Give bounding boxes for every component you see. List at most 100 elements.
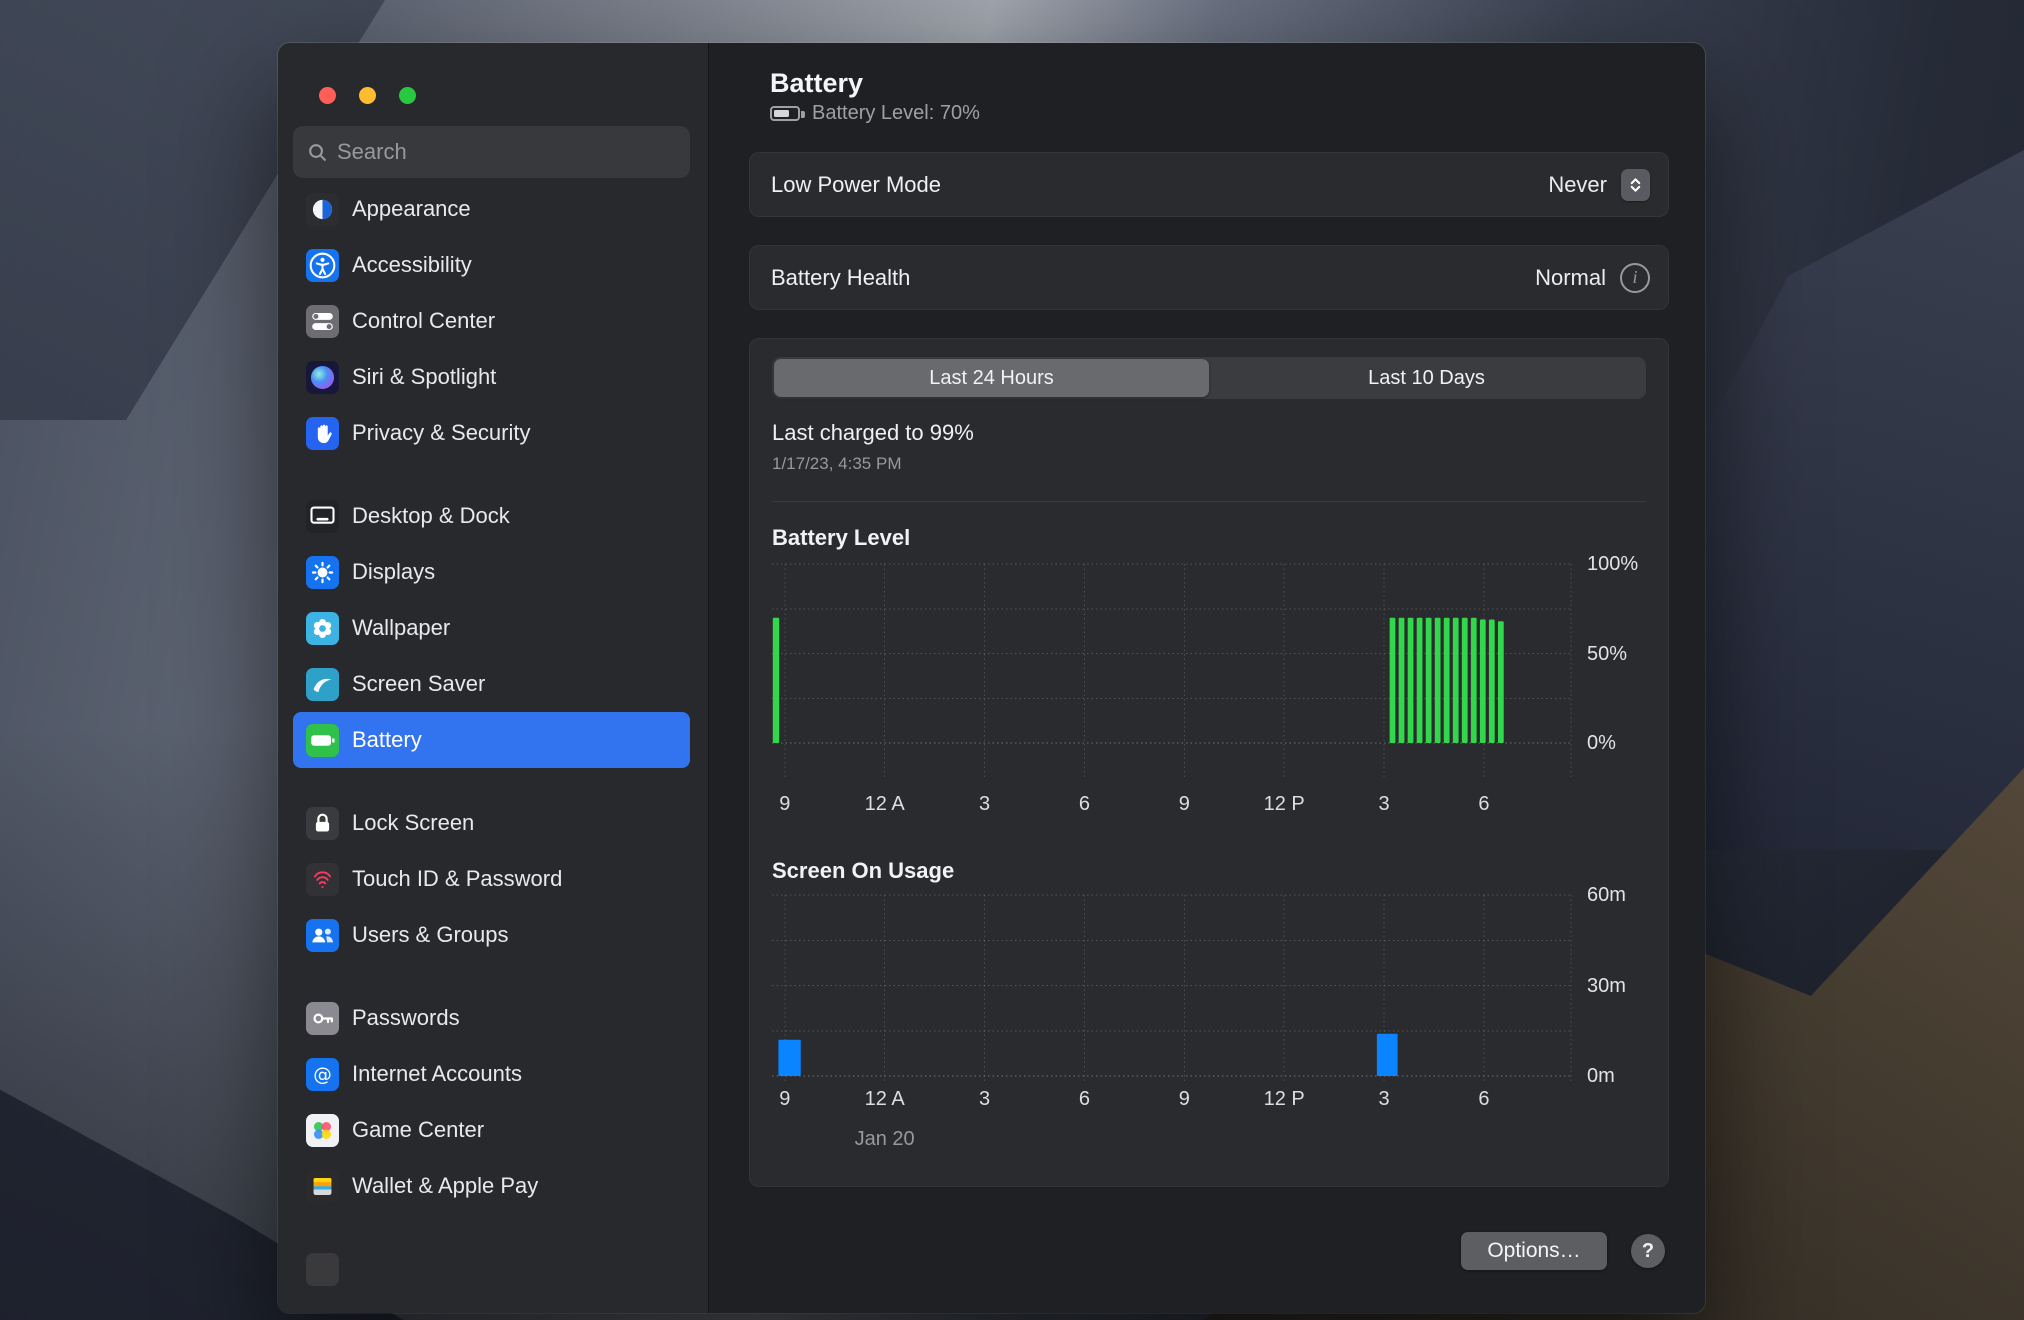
low-power-mode-row: Low Power Mode Never xyxy=(749,152,1669,217)
sidebar-group: Passwords@Internet AccountsGame CenterWa… xyxy=(293,990,690,1214)
sidebar-item-touch-id-password[interactable]: Touch ID & Password xyxy=(293,851,690,907)
chart-bar xyxy=(1417,618,1423,743)
sidebar-item-label: Displays xyxy=(352,559,435,585)
x-axis-label: 12 P xyxy=(1244,793,1324,816)
battery-icon xyxy=(306,724,339,757)
sidebar-item-desktop-dock[interactable]: Desktop & Dock xyxy=(293,488,690,544)
sidebar-group: Appearance Accessibility Control CenterSir… xyxy=(293,181,690,461)
chart-title: Battery Level xyxy=(772,524,1646,552)
divider xyxy=(772,501,1646,502)
low-power-mode-label: Low Power Mode xyxy=(771,172,941,198)
sidebar-group xyxy=(293,1241,690,1297)
svg-text:@: @ xyxy=(313,1064,332,1085)
x-axis-label: 3 xyxy=(945,793,1025,816)
window-controls xyxy=(293,43,690,104)
x-axis-label: 3 xyxy=(1344,793,1424,816)
y-axis-label: 50% xyxy=(1587,641,1627,667)
minimize-button[interactable] xyxy=(359,87,376,104)
game-center-icon xyxy=(306,1114,339,1147)
sidebar-item-label: Desktop & Dock xyxy=(352,503,510,529)
wallpaper-icon xyxy=(306,612,339,645)
sidebar-item-label: Privacy & Security xyxy=(352,420,531,446)
sidebar-item-label: Wallpaper xyxy=(352,615,450,641)
y-axis-label: 0m xyxy=(1587,1063,1615,1089)
battery-level-text: Battery Level: 70% xyxy=(812,102,980,125)
x-axis-sublabels: Jan 20 xyxy=(772,1128,1571,1156)
screen-on-usage-chart: Screen On Usage 60m30m0m 912 A36912 P36 … xyxy=(772,857,1646,1156)
x-axis-label: 9 xyxy=(745,793,825,816)
sidebar-item-screen-saver[interactable]: Screen Saver xyxy=(293,656,690,712)
battery-level-plot xyxy=(772,564,1571,743)
chart-bar xyxy=(1435,618,1441,743)
battery-health-value: Normal xyxy=(1535,265,1606,291)
sidebar-item-users-groups[interactable]: Users & Groups xyxy=(293,907,690,963)
screen-saver-icon xyxy=(306,668,339,701)
y-axis-labels: 100%50%0% xyxy=(1571,564,1646,743)
wallet-icon xyxy=(306,1170,339,1203)
settings-sidebar: Appearance Accessibility Control CenterSir… xyxy=(278,43,708,1313)
x-axis-label: 12 A xyxy=(845,1088,925,1111)
x-axis-label: 9 xyxy=(1144,793,1224,816)
last-charged-time: 1/17/23, 4:35 PM xyxy=(772,453,1646,475)
page-title: Battery xyxy=(770,67,1705,99)
x-axis-labels: 912 A36912 P36 xyxy=(772,793,1571,823)
sidebar-item-passwords[interactable]: Passwords xyxy=(293,990,690,1046)
control-center-icon xyxy=(306,305,339,338)
chart-bar xyxy=(1453,618,1459,743)
x-axis-label: 12 P xyxy=(1244,1088,1324,1111)
chart-bar xyxy=(1489,619,1495,743)
sidebar-item-appearance[interactable]: Appearance xyxy=(293,181,690,237)
search-field[interactable] xyxy=(293,126,690,178)
sidebar-item-lock-screen[interactable]: Lock Screen xyxy=(293,795,690,851)
help-button[interactable]: ? xyxy=(1631,1234,1665,1268)
time-range-segmented-control: Last 24 Hours Last 10 Days xyxy=(772,357,1646,399)
sidebar-item-siri-spotlight[interactable]: Siri & Spotlight xyxy=(293,349,690,405)
battery-status: Battery Level: 70% xyxy=(770,101,1705,125)
chart-bar xyxy=(1462,618,1468,743)
sidebar-item-accessibility[interactable]: Accessibility xyxy=(293,237,690,293)
sidebar-item-displays[interactable]: Displays xyxy=(293,544,690,600)
sidebar-group: Desktop & Dock Displays Wallpaper Screen Sa… xyxy=(293,488,690,768)
x-axis-label: 12 A xyxy=(845,793,925,816)
x-axis-label: 9 xyxy=(1144,1088,1224,1111)
sidebar-item-wallet-apple-pay[interactable]: Wallet & Apple Pay xyxy=(293,1158,690,1214)
chart-title: Screen On Usage xyxy=(772,857,1646,885)
sidebar-item-label: Lock Screen xyxy=(352,810,474,836)
touch-id-icon xyxy=(306,863,339,896)
sidebar-item-battery[interactable]: Battery xyxy=(293,712,690,768)
chevron-up-down-icon xyxy=(1628,175,1643,195)
x-axis-label: 6 xyxy=(1444,1088,1524,1111)
close-button[interactable] xyxy=(319,87,336,104)
appearance-icon xyxy=(306,193,339,226)
zoom-button[interactable] xyxy=(399,87,416,104)
sidebar-item-partial[interactable] xyxy=(293,1241,690,1297)
battery-health-label: Battery Health xyxy=(771,265,910,291)
sidebar-item-privacy-security[interactable]: Privacy & Security xyxy=(293,405,690,461)
sidebar-item-game-center[interactable]: Game Center xyxy=(293,1102,690,1158)
tab-last-24-hours[interactable]: Last 24 Hours xyxy=(774,359,1209,397)
sidebar-item-control-center[interactable]: Control Center xyxy=(293,293,690,349)
battery-health-row: Battery Health Normal i xyxy=(749,245,1669,310)
low-power-mode-popup-button[interactable] xyxy=(1621,169,1650,201)
sidebar-item-label: Touch ID & Password xyxy=(352,866,562,892)
chart-canvas xyxy=(772,564,1571,779)
options-button[interactable]: Options… xyxy=(1461,1232,1607,1270)
accessibility-icon xyxy=(306,249,339,282)
sidebar-item-label: Users & Groups xyxy=(352,922,509,948)
info-icon[interactable]: i xyxy=(1620,263,1650,293)
x-axis-label: 6 xyxy=(1444,793,1524,816)
battery-level-chart: Battery Level 100%50%0% 912 A36912 P36 xyxy=(772,524,1646,823)
x-axis-label: 3 xyxy=(1344,1088,1424,1111)
last-charged-info: Last charged to 99% 1/17/23, 4:35 PM xyxy=(772,419,1646,475)
sidebar-item-wallpaper[interactable]: Wallpaper xyxy=(293,600,690,656)
sidebar-nav: Appearance Accessibility Control CenterSir… xyxy=(293,181,690,1297)
sidebar-item-internet-accounts[interactable]: @Internet Accounts xyxy=(293,1046,690,1102)
y-axis-label: 30m xyxy=(1587,973,1626,999)
chart-bar xyxy=(1498,621,1504,743)
y-axis-label: 0% xyxy=(1587,730,1616,756)
sidebar-item-label: Accessibility xyxy=(352,252,472,278)
search-input[interactable] xyxy=(337,139,676,165)
tab-last-10-days[interactable]: Last 10 Days xyxy=(1209,359,1644,397)
battery-level-icon xyxy=(770,106,800,121)
chart-bar xyxy=(778,1040,800,1076)
